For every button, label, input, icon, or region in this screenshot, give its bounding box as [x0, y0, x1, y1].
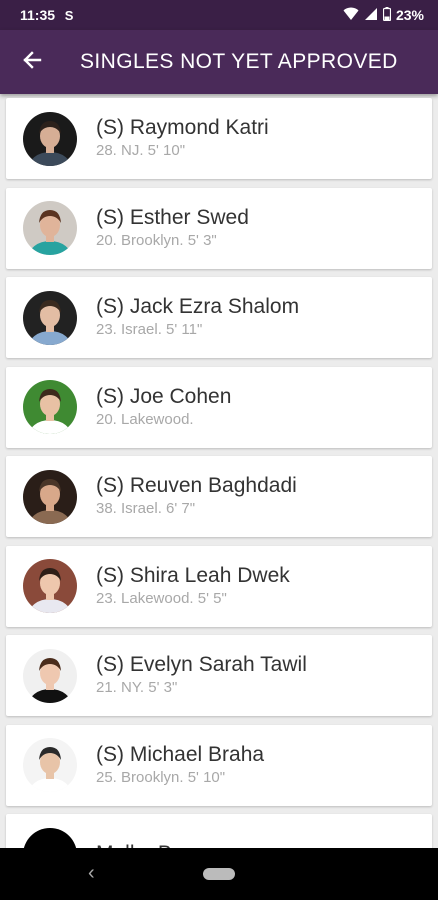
single-info: (S) Shira Leah Dwek 23. Lakewood. 5' 5" [96, 564, 290, 609]
avatar [23, 469, 77, 524]
single-name: (S) Joe Cohen [96, 384, 232, 408]
battery-icon [382, 6, 392, 24]
single-card[interactable]: (S) Reuven Baghdadi 38. Israel. 6' 7" [6, 456, 432, 537]
single-card[interactable]: (S) Evelyn Sarah Tawil 21. NY. 5' 3" [6, 635, 432, 716]
single-name: (S) Evelyn Sarah Tawil [96, 653, 307, 676]
status-time: 11:35 [20, 7, 56, 23]
single-info: (S) Raymond Katri 28. NJ. 5' 10" [96, 116, 269, 161]
single-details: 25. Brooklyn. 5' 10" [96, 768, 226, 786]
wifi-icon [343, 7, 359, 24]
status-bar: 11:35 S 23% [0, 0, 438, 30]
avatar [23, 559, 77, 613]
single-card[interactable]: (S) Esther Swed 20. Brooklyn. 5' 3" [6, 187, 432, 269]
single-name: (S) Jack Ezra Shalom [96, 295, 300, 318]
single-card[interactable]: (S) Jack Ezra Shalom 23. Israel. 5' 11" [6, 277, 432, 358]
single-details: 20. Brooklyn. 5' 3" [96, 231, 217, 249]
singles-list[interactable]: (S) Raymond Katri 28. NJ. 5' 10" (S) Esthe… [0, 94, 438, 848]
single-name: (S) Raymond Katri [96, 116, 269, 139]
avatar [23, 201, 77, 255]
single-details: 23. Lakewood. 5' 5" [96, 589, 227, 607]
system-nav-bar: ‹ [0, 848, 438, 900]
arrow-left-icon [22, 50, 42, 75]
single-info: (S) Evelyn Sarah Tawil 21. NY. 5' 3" [96, 653, 307, 698]
home-button[interactable] [203, 868, 235, 880]
status-indicators: 23% [343, 6, 424, 24]
avatar [23, 111, 77, 166]
avatar [23, 827, 77, 848]
nav-back-button[interactable]: ‹ [88, 862, 95, 885]
battery-percent: 23% [395, 7, 424, 23]
single-details: 28. NJ. 5' 10" [96, 142, 186, 159]
single-details: 21. NY. 5' 3" [96, 679, 178, 696]
app-notification-icon: S [64, 7, 74, 23]
single-name: (S) Shira Leah Dwek [96, 563, 290, 587]
single-name: (S) Esther Swed [96, 205, 249, 229]
single-name: (S) Reuven Baghdadi [96, 474, 297, 497]
single-info: (S) Jack Ezra Shalom 23. Israel. 5' 11" [96, 295, 299, 340]
single-card[interactable]: (S) Raymond Katri 28. NJ. 5' 10" [6, 98, 432, 179]
avatar [23, 648, 77, 703]
app-bar: SINGLES NOT YET APPROVED [0, 30, 438, 94]
single-info: (S) Joe Cohen 20. Lakewood. [96, 385, 231, 430]
single-info: (S) Reuven Baghdadi 38. Israel. 6' 7" [96, 474, 297, 519]
avatar [23, 290, 77, 345]
single-card[interactable]: (S) Joe Cohen 20. Lakewood. [6, 366, 432, 448]
back-button[interactable] [0, 30, 64, 94]
page-title: SINGLES NOT YET APPROVED [80, 50, 398, 73]
single-name: (S) Michael Braha [96, 742, 265, 766]
single-card[interactable]: Malka Berman [6, 814, 432, 848]
single-info: (S) Esther Swed 20. Brooklyn. 5' 3" [96, 206, 249, 251]
single-card[interactable]: (S) Shira Leah Dwek 23. Lakewood. 5' 5" [6, 545, 432, 627]
avatar [23, 380, 77, 434]
single-details: 23. Israel. 5' 11" [96, 321, 203, 338]
signal-icon [364, 7, 378, 24]
single-info: (S) Michael Braha 25. Brooklyn. 5' 10" [96, 743, 264, 788]
single-card[interactable]: (S) Michael Braha 25. Brooklyn. 5' 10" [6, 724, 432, 806]
avatar [23, 738, 77, 792]
single-details: 20. Lakewood. [96, 410, 194, 428]
single-details: 38. Israel. 6' 7" [96, 500, 196, 517]
